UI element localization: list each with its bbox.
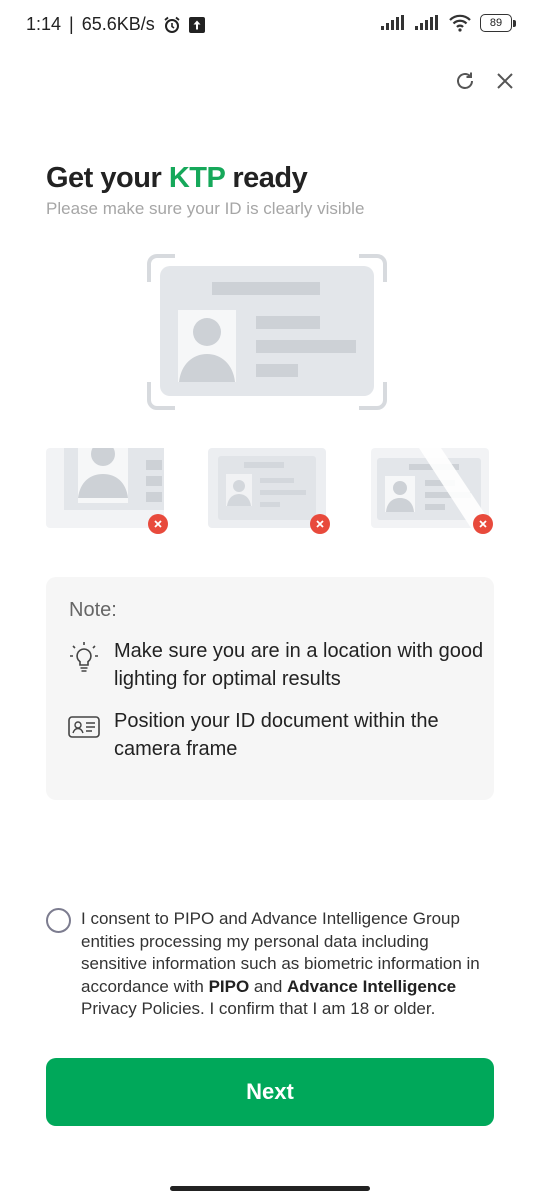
signal-icon-2 (414, 15, 440, 31)
error-icon (148, 514, 168, 534)
refresh-icon (454, 70, 476, 97)
id-card-icon (68, 711, 100, 743)
close-button[interactable] (492, 70, 518, 96)
upload-icon (188, 16, 205, 33)
status-bar: 1:14 | 65.6KB/s 89 (0, 0, 540, 52)
page-title: Get your KTP ready (46, 162, 308, 195)
title-accent: KTP (168, 162, 225, 194)
next-button[interactable]: Next (46, 1058, 494, 1126)
signal-icon (380, 15, 406, 31)
page-subtitle: Please make sure your ID is clearly visi… (46, 199, 365, 218)
consent-bold-pipo: PIPO (208, 976, 250, 996)
error-icon (310, 514, 330, 534)
bad-example-glare (371, 448, 493, 534)
status-speed: 65.6KB/s (81, 14, 155, 34)
status-separator: | (69, 14, 74, 34)
note-item-position: Position your ID document within the cam… (68, 707, 494, 763)
title-suffix: ready (224, 162, 308, 194)
alarm-icon (163, 16, 181, 34)
title-prefix: Get your (46, 162, 169, 194)
consent-text: I consent to PIPO and Advance Intelligen… (81, 908, 494, 1021)
lightbulb-icon (68, 641, 100, 673)
note-item-text: Make sure you are in a location with goo… (114, 640, 484, 690)
close-icon (495, 71, 515, 96)
note-box: Note: Make sure you are in a location wi… (46, 577, 494, 800)
status-time: 1:14 (26, 14, 62, 34)
home-indicator[interactable] (170, 1186, 370, 1191)
note-title: Note: (69, 599, 117, 621)
consent-part2: and (249, 976, 288, 996)
bad-examples (46, 442, 494, 538)
consent-radio[interactable] (46, 908, 71, 933)
id-card-illustration (146, 254, 388, 410)
note-item-lighting: Make sure you are in a location with goo… (68, 637, 494, 693)
note-item-text: Position your ID document within the cam… (114, 710, 439, 760)
battery-indicator: 89 (480, 14, 516, 32)
error-icon (473, 514, 493, 534)
status-right: 89 (380, 14, 516, 32)
refresh-button[interactable] (452, 70, 478, 96)
wifi-icon (448, 14, 472, 32)
consent-bold-advance: Advance Intelligence (287, 976, 457, 996)
status-left: 1:14 | 65.6KB/s (26, 14, 205, 35)
bad-example-blurry (208, 448, 330, 534)
bad-example-cropped (46, 442, 168, 534)
consent-row: I consent to PIPO and Advance Intelligen… (46, 908, 494, 1021)
top-actions (452, 70, 518, 96)
consent-part3: Privacy Policies. I confirm that I am 18… (81, 999, 436, 1019)
